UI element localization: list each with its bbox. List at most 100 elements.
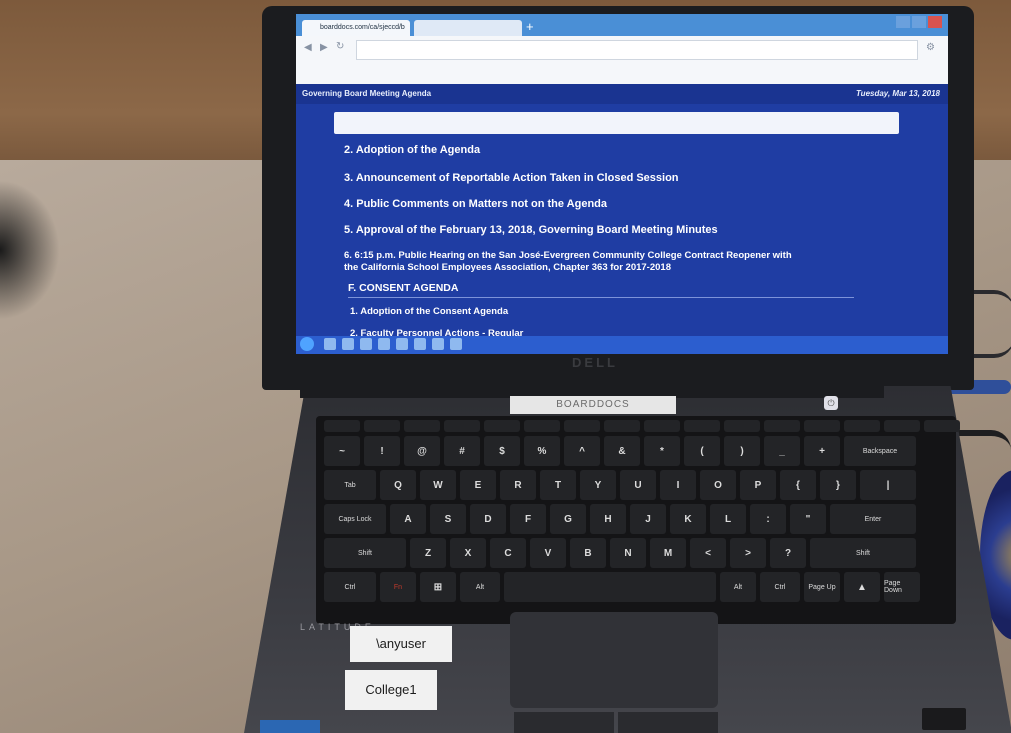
key[interactable]: Z	[410, 538, 446, 568]
maximize-icon[interactable]	[912, 16, 926, 28]
key[interactable]: Y	[580, 470, 616, 500]
key[interactable]: E	[460, 470, 496, 500]
key[interactable]	[364, 420, 400, 432]
key[interactable]: Q	[380, 470, 416, 500]
key[interactable]	[844, 420, 880, 432]
key[interactable]: |	[860, 470, 916, 500]
key[interactable]	[484, 420, 520, 432]
key[interactable]: T	[540, 470, 576, 500]
key[interactable]: <	[690, 538, 726, 568]
backspace-key[interactable]: Backspace	[844, 436, 916, 466]
page-up-key[interactable]: Page Up	[804, 572, 840, 602]
media-icon[interactable]	[360, 338, 372, 350]
key[interactable]: F	[510, 504, 546, 534]
key[interactable]: ^	[564, 436, 600, 466]
settings-icon[interactable]: ⚙	[926, 42, 935, 53]
key[interactable]: @	[404, 436, 440, 466]
key[interactable]: U	[620, 470, 656, 500]
key[interactable]: O	[700, 470, 736, 500]
key[interactable]: )	[724, 436, 760, 466]
key[interactable]: !	[364, 436, 400, 466]
key[interactable]: %	[524, 436, 560, 466]
new-tab-icon[interactable]: +	[526, 19, 534, 34]
app-icon[interactable]	[432, 338, 444, 350]
key[interactable]	[644, 420, 680, 432]
ie-icon[interactable]	[324, 338, 336, 350]
key[interactable]	[564, 420, 600, 432]
key[interactable]: (	[684, 436, 720, 466]
key[interactable]: G	[550, 504, 586, 534]
back-icon[interactable]: ◀	[304, 42, 312, 53]
caps-lock-key[interactable]: Caps Lock	[324, 504, 386, 534]
key[interactable]	[684, 420, 720, 432]
key[interactable]: P	[740, 470, 776, 500]
app-icon[interactable]	[396, 338, 408, 350]
start-button-icon[interactable]	[300, 337, 314, 351]
browser-tab-inactive[interactable]	[414, 20, 522, 36]
key[interactable]	[724, 420, 760, 432]
key[interactable]: #	[444, 436, 480, 466]
key[interactable]	[764, 420, 800, 432]
key[interactable]: {	[780, 470, 816, 500]
page-down-key[interactable]: Page Down	[884, 572, 920, 602]
key[interactable]: D	[470, 504, 506, 534]
key[interactable]: S	[430, 504, 466, 534]
key[interactable]: W	[420, 470, 456, 500]
key[interactable]	[924, 420, 960, 432]
windows-key-icon[interactable]: ⊞	[420, 572, 456, 602]
agenda-sub-item[interactable]: 1. Adoption of the Consent Agenda	[350, 306, 508, 317]
enter-key[interactable]: Enter	[830, 504, 916, 534]
agenda-item[interactable]: 5. Approval of the February 13, 2018, Go…	[344, 224, 718, 236]
url-field[interactable]	[356, 40, 918, 60]
key[interactable]: :	[750, 504, 786, 534]
key[interactable]: _	[764, 436, 800, 466]
arrow-up-icon[interactable]: ▲	[844, 572, 880, 602]
key[interactable]: C	[490, 538, 526, 568]
alt-key[interactable]: Alt	[460, 572, 500, 602]
fn-key[interactable]: Fn	[380, 572, 416, 602]
explorer-icon[interactable]	[342, 338, 354, 350]
app-icon[interactable]	[450, 338, 462, 350]
forward-icon[interactable]: ▶	[320, 42, 328, 53]
key[interactable]	[884, 420, 920, 432]
ctrl-key[interactable]: Ctrl	[760, 572, 800, 602]
key[interactable]: M	[650, 538, 686, 568]
left-click-button[interactable]	[514, 712, 614, 733]
key[interactable]: *	[644, 436, 680, 466]
key[interactable]	[324, 420, 360, 432]
key[interactable]: >	[730, 538, 766, 568]
key[interactable]: $	[484, 436, 520, 466]
agenda-item[interactable]: 4. Public Comments on Matters not on the…	[344, 198, 607, 210]
key[interactable]: V	[530, 538, 566, 568]
key[interactable]: H	[590, 504, 626, 534]
refresh-icon[interactable]: ↻	[336, 41, 344, 52]
key[interactable]	[444, 420, 480, 432]
browser-tab-active[interactable]: boarddocs.com/ca/sjeccd/b	[302, 20, 410, 36]
agenda-item[interactable]: 6. 6:15 p.m. Public Hearing on the San J…	[344, 250, 792, 261]
key[interactable]: N	[610, 538, 646, 568]
key[interactable]	[804, 420, 840, 432]
left-shift-key[interactable]: Shift	[324, 538, 406, 568]
key[interactable]	[524, 420, 560, 432]
minimize-icon[interactable]	[896, 16, 910, 28]
key[interactable]: ~	[324, 436, 360, 466]
right-click-button[interactable]	[618, 712, 718, 733]
key[interactable]	[404, 420, 440, 432]
section-heading[interactable]: F. CONSENT AGENDA	[348, 282, 458, 294]
app-icon[interactable]	[414, 338, 426, 350]
key[interactable]: R	[500, 470, 536, 500]
touchpad[interactable]	[510, 612, 718, 708]
agenda-item[interactable]: 3. Announcement of Reportable Action Tak…	[344, 172, 679, 184]
tab-key[interactable]: Tab	[324, 470, 376, 500]
spacebar[interactable]	[504, 572, 716, 602]
agenda-item[interactable]: 2. Adoption of the Agenda	[344, 144, 480, 156]
right-shift-key[interactable]: Shift	[810, 538, 916, 568]
key[interactable]: K	[670, 504, 706, 534]
key[interactable]: A	[390, 504, 426, 534]
app-icon[interactable]	[378, 338, 390, 350]
key[interactable]: L	[710, 504, 746, 534]
ctrl-key[interactable]: Ctrl	[324, 572, 376, 602]
agenda-selected-item[interactable]	[334, 112, 899, 134]
alt-key[interactable]: Alt	[720, 572, 756, 602]
key[interactable]: +	[804, 436, 840, 466]
